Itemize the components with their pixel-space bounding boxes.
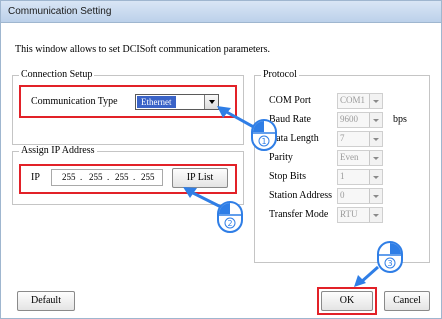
- chevron-down-icon[interactable]: [369, 170, 382, 184]
- parity-select[interactable]: Even: [337, 150, 383, 166]
- com-port-select[interactable]: COM1: [337, 93, 383, 109]
- marker-1-number: 1: [261, 137, 266, 146]
- title-bar[interactable]: Communication Setting: [1, 1, 441, 23]
- assign-ip-label: Assign IP Address: [19, 145, 97, 157]
- connection-setup-label: Connection Setup: [19, 69, 95, 81]
- transfer-mode-value: RTU: [340, 209, 358, 219]
- transfer-mode-label: Transfer Mode: [269, 209, 329, 220]
- baud-rate-unit: bps: [393, 114, 407, 125]
- marker-2-number: 2: [227, 219, 232, 228]
- data-length-value: 7: [340, 133, 345, 143]
- communication-setting-window: Communication Setting This window allows…: [0, 0, 442, 319]
- communication-type-value: Ethernet: [137, 96, 176, 108]
- ip-octet-2[interactable]: 255: [89, 170, 103, 185]
- stop-bits-label: Stop Bits: [269, 171, 306, 182]
- baud-rate-select[interactable]: 9600: [337, 112, 383, 128]
- ip-dot-3: .: [133, 172, 136, 182]
- mouse-marker-2-icon: 2: [217, 201, 243, 233]
- cancel-button[interactable]: Cancel: [384, 291, 430, 311]
- stop-bits-select[interactable]: 1: [337, 169, 383, 185]
- ip-dot-2: .: [107, 172, 110, 182]
- ip-octet-3[interactable]: 255: [115, 170, 129, 185]
- chevron-down-icon[interactable]: [369, 132, 382, 146]
- com-port-label: COM Port: [269, 95, 311, 106]
- chevron-down-icon[interactable]: [369, 113, 382, 127]
- default-button[interactable]: Default: [17, 291, 75, 311]
- mouse-marker-3-icon: 3: [377, 241, 403, 273]
- station-address-select[interactable]: 0: [337, 188, 383, 204]
- ip-label: IP: [31, 172, 40, 183]
- baud-rate-value: 9600: [340, 114, 358, 124]
- parity-value: Even: [340, 152, 359, 162]
- ip-dot-1: .: [80, 172, 83, 182]
- station-address-value: 0: [340, 190, 345, 200]
- chevron-down-icon[interactable]: [369, 94, 382, 108]
- window-title: Communication Setting: [8, 6, 112, 17]
- chevron-down-icon[interactable]: [369, 151, 382, 165]
- ip-octet-1[interactable]: 255: [62, 170, 76, 185]
- ip-octet-4[interactable]: 255: [141, 170, 155, 185]
- communication-type-label: Communication Type: [31, 96, 118, 107]
- protocol-label: Protocol: [261, 69, 299, 81]
- ip-address-field[interactable]: 255 . 255 . 255 . 255: [51, 169, 163, 186]
- ok-button[interactable]: OK: [321, 291, 373, 311]
- station-address-label: Station Address: [269, 190, 333, 201]
- description-text: This window allows to set DCISoft commun…: [15, 44, 270, 55]
- stop-bits-value: 1: [340, 171, 345, 181]
- marker-3-number: 3: [387, 259, 392, 268]
- com-port-value: COM1: [340, 95, 366, 105]
- data-length-select[interactable]: 7: [337, 131, 383, 147]
- mouse-marker-1-icon: 1: [251, 119, 277, 151]
- parity-label: Parity: [269, 152, 293, 163]
- chevron-down-icon[interactable]: [369, 189, 382, 203]
- communication-type-select[interactable]: Ethernet: [135, 94, 219, 110]
- chevron-down-icon[interactable]: [369, 208, 382, 222]
- transfer-mode-select[interactable]: RTU: [337, 207, 383, 223]
